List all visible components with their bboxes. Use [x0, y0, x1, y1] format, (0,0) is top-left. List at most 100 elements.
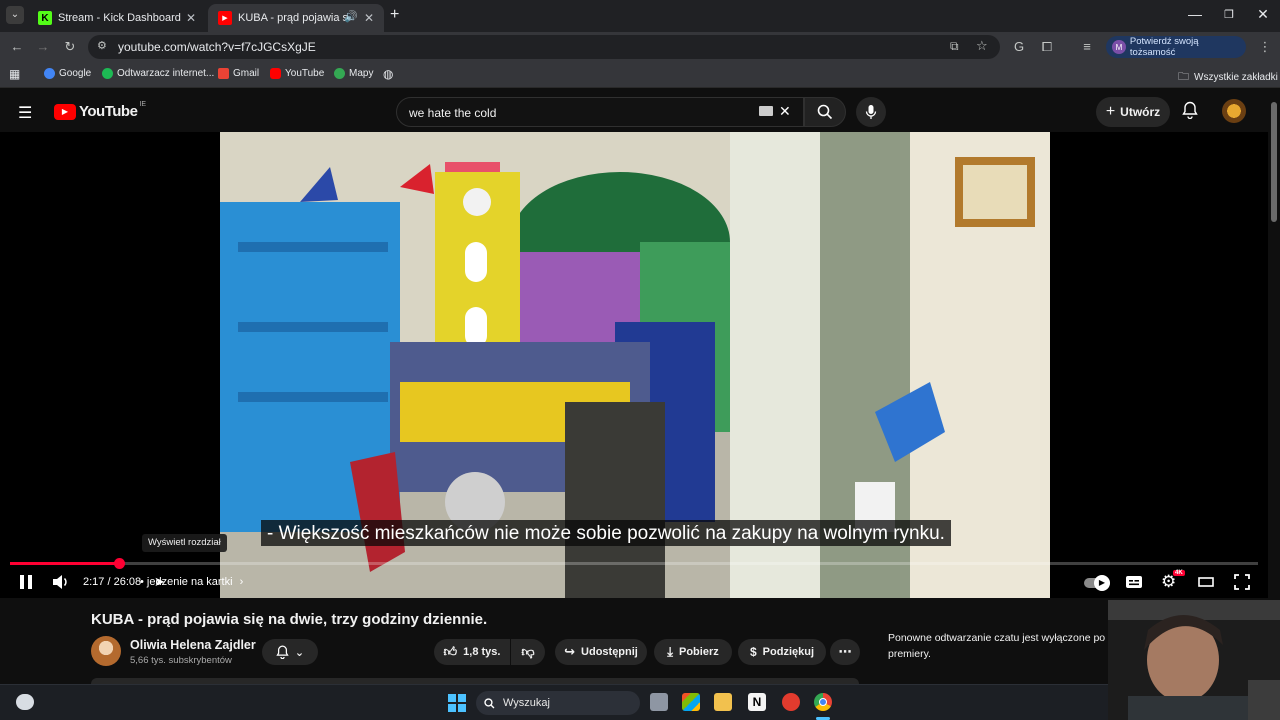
fullscreen-icon	[1234, 574, 1250, 590]
youtube-logo[interactable]: ▶ YouTube IE	[54, 101, 147, 120]
back-arrow-icon[interactable]: ←	[8, 39, 26, 54]
install-app-icon[interactable]: ⧉	[950, 39, 959, 54]
globe-icon[interactable]: ◍	[383, 67, 393, 81]
settings-button[interactable]: ⚙ 4K	[1161, 570, 1185, 592]
thumbs-down-icon: 👎︎	[521, 644, 535, 659]
download-icon: ⤓	[667, 644, 673, 659]
autoplay-toggle[interactable]: ▶	[1084, 575, 1110, 591]
share-button[interactable]: ↪ Udostępnij	[555, 639, 647, 665]
youtube-logo-text: YouTube	[79, 103, 138, 120]
translate-icon[interactable]: G	[1010, 39, 1028, 54]
more-horizontal-icon: ⋯	[838, 644, 852, 659]
create-button[interactable]: + Utwórz	[1096, 97, 1170, 127]
fullscreen-button[interactable]	[1234, 574, 1250, 593]
scrollbar-thumb[interactable]	[1271, 102, 1277, 222]
extensions-icon[interactable]: ⧠	[1038, 39, 1056, 55]
hamburger-menu-icon[interactable]: ☰	[18, 103, 32, 123]
share-arrow-icon: ↪	[564, 644, 576, 659]
subtitles-icon	[1126, 576, 1142, 588]
autoplay-play-icon: ▶	[1094, 575, 1110, 591]
reading-list-icon[interactable]: ≡	[1078, 39, 1096, 54]
site-settings-icon[interactable]: ⚙	[97, 39, 107, 52]
search-icon	[817, 104, 833, 120]
microsoft-store-icon[interactable]	[682, 693, 700, 711]
menu-kebab-icon[interactable]: ⋮	[1256, 39, 1274, 55]
streaming-app-icon[interactable]	[782, 693, 800, 711]
thanks-button[interactable]: $ Podziękuj	[738, 639, 826, 665]
chapter-tooltip: Wyświetl rozdział	[142, 534, 227, 552]
restore-icon[interactable]: ❐	[1214, 8, 1244, 21]
chevron-down-icon: ⌄	[294, 646, 305, 659]
video-progress-bar[interactable]	[10, 558, 1258, 569]
chevron-right-icon: ›	[239, 576, 244, 588]
search-button[interactable]	[804, 97, 846, 127]
task-view-icon[interactable]	[650, 693, 668, 711]
theater-mode-button[interactable]	[1198, 577, 1214, 590]
search-input[interactable]: we hate the cold ✕	[396, 97, 804, 127]
bookmark-gmail[interactable]: Gmail	[218, 68, 259, 79]
mouse-cursor-icon: ➤	[154, 574, 165, 589]
bookmark-youtube[interactable]: YouTube	[270, 68, 324, 79]
window-close-icon[interactable]: ✕	[1248, 6, 1278, 23]
progress-played	[10, 562, 120, 565]
quality-badge: 4K	[1173, 570, 1185, 576]
reload-icon[interactable]: ↻	[61, 39, 79, 55]
page-scrollbar[interactable]	[1268, 92, 1280, 600]
time-total: 26:08	[113, 576, 142, 588]
tab-kick-dashboard[interactable]: K Stream - Kick Dashboard ✕	[28, 4, 206, 32]
search-query: we hate the cold	[409, 106, 497, 120]
tab-search-chevron-icon[interactable]: ⌄	[6, 6, 24, 24]
like-button[interactable]: 👍︎ 1,8 tys.	[434, 639, 510, 665]
profile-avatar: M	[1112, 40, 1126, 54]
close-tab-icon[interactable]: ✕	[186, 11, 196, 25]
channel-avatar[interactable]	[91, 636, 121, 666]
all-bookmarks[interactable]: 🗀 Wszystkie zakładki	[1178, 68, 1278, 87]
voice-search-button[interactable]	[856, 97, 886, 127]
tab-youtube-video[interactable]: ▶ KUBA - prąd pojawia się na 🔊 ✕	[208, 4, 384, 32]
keyboard-icon[interactable]	[759, 106, 773, 116]
download-button[interactable]: ⤓ Pobierz	[654, 639, 732, 665]
forward-arrow-icon[interactable]: →	[34, 39, 52, 54]
spotify-icon	[102, 68, 113, 79]
apps-grid-icon[interactable]: ▦	[9, 67, 20, 81]
tab-title: KUBA - prąd pojawia się na	[238, 12, 348, 24]
youtube-header: ☰ ▶ YouTube IE we hate the cold ✕ + Utwó…	[0, 92, 1280, 132]
account-avatar[interactable]	[1222, 99, 1246, 123]
bell-icon	[276, 645, 289, 659]
subtitles-button[interactable]	[1125, 575, 1143, 592]
verify-identity-button[interactable]: M Potwierdź swoją tożsamość	[1106, 36, 1246, 58]
progress-scrubber-handle[interactable]	[114, 558, 126, 569]
pause-button[interactable]	[18, 574, 34, 593]
notion-icon[interactable]: N	[748, 693, 766, 711]
bookmark-maps[interactable]: Mapy	[334, 68, 373, 79]
video-title: KUBA - prąd pojawia się na dwie, trzy go…	[91, 611, 488, 628]
chrome-center	[819, 698, 827, 706]
pause-icon	[20, 575, 32, 589]
volume-button[interactable]	[52, 574, 70, 593]
speaker-icon[interactable]: 🔊	[344, 10, 358, 23]
more-actions-button[interactable]: ⋯	[830, 639, 860, 665]
windows-taskbar: Wyszukaj N	[0, 684, 1108, 720]
youtube-region: IE	[139, 101, 147, 108]
windows-start-icon[interactable]	[448, 694, 466, 717]
notification-bell-button[interactable]: ⌄	[262, 639, 318, 665]
close-tab-icon[interactable]: ✕	[364, 11, 374, 25]
new-tab-icon[interactable]: +	[390, 6, 399, 24]
browser-toolbar: ← → ↻ ⚙ youtube.com/watch?v=f7cJGCsXgJE …	[0, 32, 1280, 62]
notifications-bell-icon[interactable]	[1182, 101, 1198, 124]
weather-widget-icon[interactable]	[16, 694, 34, 710]
chrome-icon[interactable]	[814, 693, 832, 711]
channel-name[interactable]: Oliwia Helena Zajdler	[130, 638, 256, 652]
clear-search-icon[interactable]: ✕	[779, 103, 791, 120]
bookmark-star-icon[interactable]: ☆	[976, 38, 988, 54]
dislike-button[interactable]: 👎︎	[511, 639, 545, 665]
taskbar-search[interactable]: Wyszukaj	[476, 691, 640, 715]
video-player[interactable]: - Większość mieszkańców nie może sobie p…	[0, 132, 1268, 598]
address-bar[interactable]: ⚙ youtube.com/watch?v=f7cJGCsXgJE ⧉ ☆	[88, 35, 1000, 59]
chat-replay-note: Ponowne odtwarzanie czatu jest wyłączone…	[888, 632, 1106, 660]
file-explorer-icon[interactable]	[714, 693, 732, 711]
bookmark-spotify[interactable]: Odtwarzacz internet...	[102, 68, 214, 79]
bookmark-google[interactable]: Google	[44, 68, 91, 79]
folder-icon: 🗀	[1178, 71, 1189, 83]
minimize-icon[interactable]: —	[1180, 6, 1210, 22]
